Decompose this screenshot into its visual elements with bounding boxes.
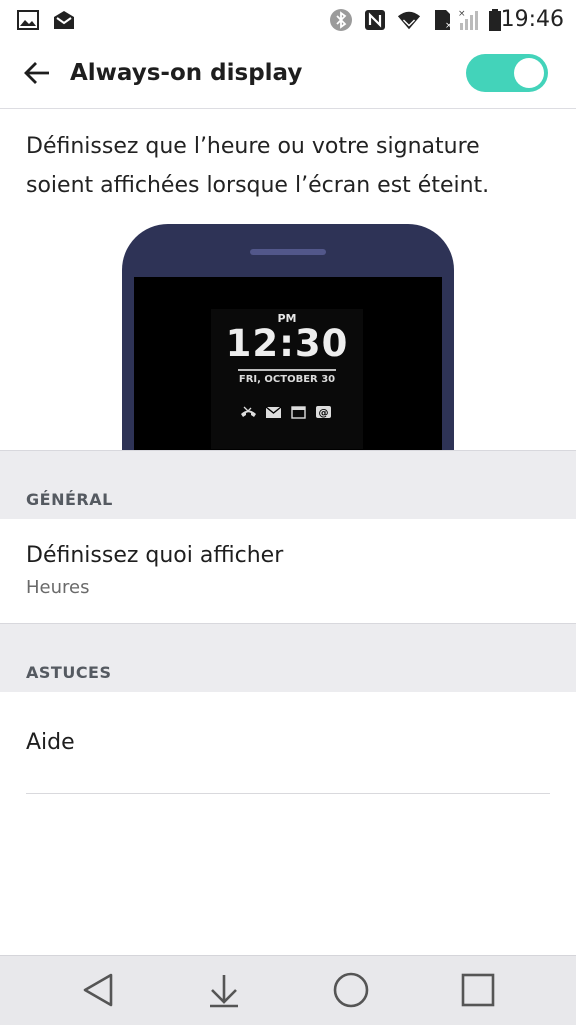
nav-notifications-button[interactable] <box>202 968 246 1012</box>
wifi-icon <box>397 8 421 32</box>
list-item-title: Définissez quoi afficher <box>26 543 284 568</box>
clock-widget: PM 12:30 FRI, OCTOBER 30 @ <box>211 309 363 449</box>
clock-time: 12:30 <box>225 322 349 365</box>
nav-home-button[interactable] <box>329 968 373 1012</box>
gallery-icon <box>16 8 40 32</box>
list-item-title: Aide <box>26 730 75 755</box>
page-title: Always-on display <box>70 60 303 86</box>
divider <box>26 793 550 794</box>
recents-icon <box>461 973 495 1007</box>
back-button[interactable] <box>20 56 54 90</box>
list-item-what-to-show[interactable]: Définissez quoi afficher Heures <box>0 519 576 623</box>
clock-date: FRI, OCTOBER 30 <box>238 374 336 385</box>
list-item-help[interactable]: Aide <box>0 692 576 792</box>
notification-icons: @ <box>240 405 332 419</box>
section-label: GÉNÉRAL <box>26 490 113 509</box>
description-text: Définissez que l’heure ou votre signatur… <box>26 134 490 198</box>
home-icon <box>333 972 369 1008</box>
nav-recents-button[interactable] <box>456 968 500 1012</box>
section-label: ASTUCES <box>26 663 112 682</box>
missed-call-icon <box>240 405 257 419</box>
email-icon: @ <box>315 405 332 419</box>
bluetooth-icon <box>329 8 353 32</box>
calendar-icon <box>290 405 307 419</box>
phone-body: PM 12:30 FRI, OCTOBER 30 @ <box>122 224 454 450</box>
phone-screen: PM 12:30 FRI, OCTOBER 30 @ <box>134 277 442 450</box>
notifications-pull-icon <box>210 975 238 1008</box>
phone-illustration: PM 12:30 FRI, OCTOBER 30 @ <box>0 218 576 450</box>
navigation-bar <box>0 955 576 1025</box>
status-time: 19:46 <box>500 7 564 32</box>
section-header-tips: ASTUCES <box>0 623 576 693</box>
back-icon <box>83 973 113 1007</box>
svg-text:@: @ <box>319 408 329 419</box>
svg-text:×: × <box>445 21 453 31</box>
always-on-toggle[interactable] <box>466 54 548 92</box>
list-item-subtitle: Heures <box>26 577 90 598</box>
arrow-left-icon <box>24 62 49 84</box>
section-header-general: GÉNÉRAL <box>0 450 576 520</box>
nfc-icon <box>363 8 387 32</box>
mail-icon <box>52 8 76 32</box>
phone-speaker <box>250 249 326 255</box>
app-bar: Always-on display <box>0 40 576 109</box>
message-icon <box>265 405 282 419</box>
nav-back-button[interactable] <box>76 968 120 1012</box>
toggle-knob <box>514 58 544 88</box>
sd-card-icon: × <box>431 8 455 32</box>
clock-divider <box>238 369 336 371</box>
svg-text:×: × <box>458 9 466 19</box>
signal-icon: × <box>458 8 482 32</box>
status-bar: × × 19:46 <box>0 0 576 40</box>
